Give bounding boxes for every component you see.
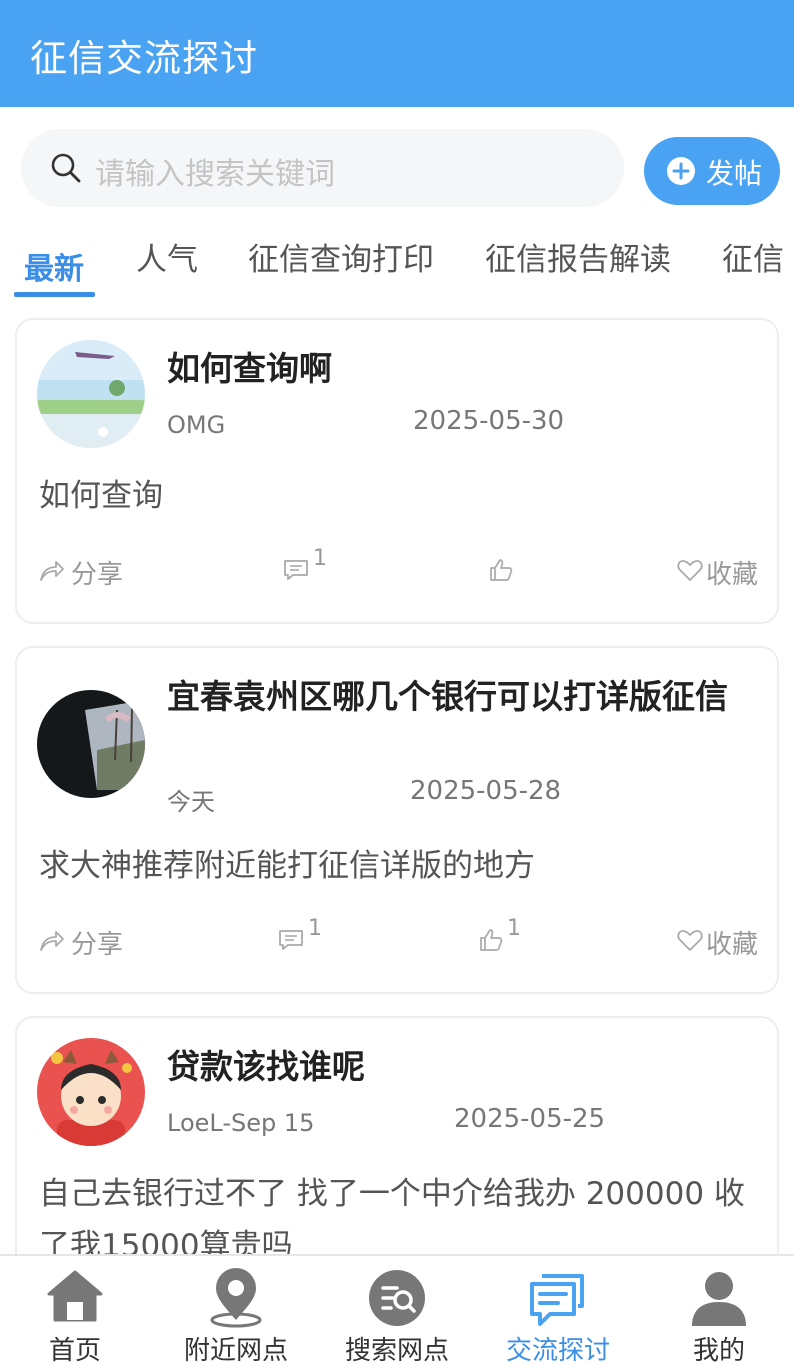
- post-actions: 分享 1 收藏: [17, 546, 777, 592]
- page-title: 征信交流探讨: [30, 37, 258, 80]
- chat-icon: [530, 1274, 584, 1326]
- post-title[interactable]: 如何查询啊: [167, 342, 763, 395]
- like-button[interactable]: [489, 552, 549, 592]
- location-pin-icon: [210, 1268, 262, 1328]
- nav-discussion[interactable]: 交流探讨: [479, 1256, 637, 1365]
- search-icon: [51, 153, 81, 183]
- share-icon: [40, 561, 64, 581]
- comment-count: 1: [313, 546, 327, 571]
- post-author: OMG: [167, 411, 226, 439]
- post-content[interactable]: 如何查询: [39, 470, 759, 522]
- favorite-button[interactable]: 收藏: [677, 922, 767, 962]
- like-button[interactable]: 1: [479, 916, 539, 962]
- new-post-label: 发帖: [706, 157, 763, 190]
- avatar[interactable]: [37, 340, 145, 448]
- nav-search-outlet-label: 搜索网点: [344, 1336, 449, 1365]
- category-tabs: 最新 人气 征信查询打印 征信报告解读 征信: [0, 222, 794, 302]
- thumbs-up-icon: [480, 929, 503, 951]
- favorite-button[interactable]: 收藏: [677, 552, 767, 592]
- tab-credit-report[interactable]: 征信报告解读: [485, 234, 671, 279]
- tab-latest[interactable]: 最新: [24, 244, 84, 288]
- share-label: 分享: [71, 560, 124, 590]
- app-header: 征信交流探讨: [0, 0, 794, 107]
- post-content[interactable]: 求大神推荐附近能打征信详版的地方: [39, 840, 759, 892]
- share-button[interactable]: 分享: [39, 922, 139, 962]
- plus-circle-icon: [667, 157, 695, 185]
- like-count: 1: [507, 916, 521, 941]
- nav-mine[interactable]: 我的: [640, 1256, 794, 1365]
- post-author: 今天: [167, 788, 215, 816]
- post-date: 2025-05-30: [413, 406, 565, 436]
- nav-home[interactable]: 首页: [0, 1256, 154, 1365]
- active-tab-indicator: [14, 292, 95, 297]
- search-placeholder: 请输入搜索关键词: [95, 157, 335, 192]
- share-label: 分享: [71, 930, 124, 960]
- heart-icon: [677, 560, 703, 581]
- bottom-nav: 首页 附近网点 搜索网点 交流探讨 我的: [0, 1254, 794, 1365]
- post-actions: 分享 1 1 收藏: [17, 916, 777, 962]
- post-date: 2025-05-25: [454, 1104, 606, 1134]
- tab-credit-query[interactable]: 征信查询打印: [248, 234, 434, 279]
- favorite-label: 收藏: [706, 560, 759, 590]
- comment-count: 1: [308, 916, 322, 941]
- nav-nearby-label: 附近网点: [183, 1336, 288, 1365]
- nav-home-label: 首页: [48, 1336, 101, 1365]
- tab-popular[interactable]: 人气: [136, 234, 198, 279]
- avatar[interactable]: [37, 690, 145, 798]
- home-icon: [47, 1270, 103, 1322]
- comment-icon: [284, 560, 308, 580]
- favorite-label: 收藏: [706, 930, 759, 960]
- nav-discussion-label: 交流探讨: [505, 1336, 610, 1365]
- post-author: LoeL-Sep 15: [167, 1109, 315, 1137]
- search-input[interactable]: 请输入搜索关键词: [21, 129, 624, 207]
- share-icon: [40, 931, 64, 951]
- thumbs-up-icon: [490, 559, 513, 581]
- heart-icon: [677, 930, 703, 951]
- comment-icon: [279, 930, 303, 950]
- share-button[interactable]: 分享: [39, 552, 139, 592]
- comment-button[interactable]: 1: [278, 916, 338, 962]
- user-icon: [692, 1272, 746, 1326]
- nav-mine-label: 我的: [692, 1336, 745, 1365]
- tab-more-credit[interactable]: 征信: [722, 234, 784, 279]
- avatar[interactable]: [37, 1038, 145, 1146]
- post-card[interactable]: 宜春袁州区哪几个银行可以打详版征信 今天 2025-05-28 求大神推荐附近能…: [15, 646, 779, 994]
- nav-nearby[interactable]: 附近网点: [157, 1256, 315, 1365]
- post-title[interactable]: 宜春袁州区哪几个银行可以打详版征信: [167, 670, 763, 723]
- post-card[interactable]: 如何查询啊 OMG 2025-05-30 如何查询 分享 1 收藏: [15, 318, 779, 624]
- new-post-button[interactable]: 发帖: [644, 137, 780, 205]
- search-outlet-icon: [369, 1270, 425, 1326]
- nav-search-outlet[interactable]: 搜索网点: [318, 1256, 476, 1365]
- post-title[interactable]: 贷款该找谁呢: [167, 1040, 763, 1093]
- post-date: 2025-05-28: [410, 776, 562, 806]
- comment-button[interactable]: 1: [283, 546, 343, 592]
